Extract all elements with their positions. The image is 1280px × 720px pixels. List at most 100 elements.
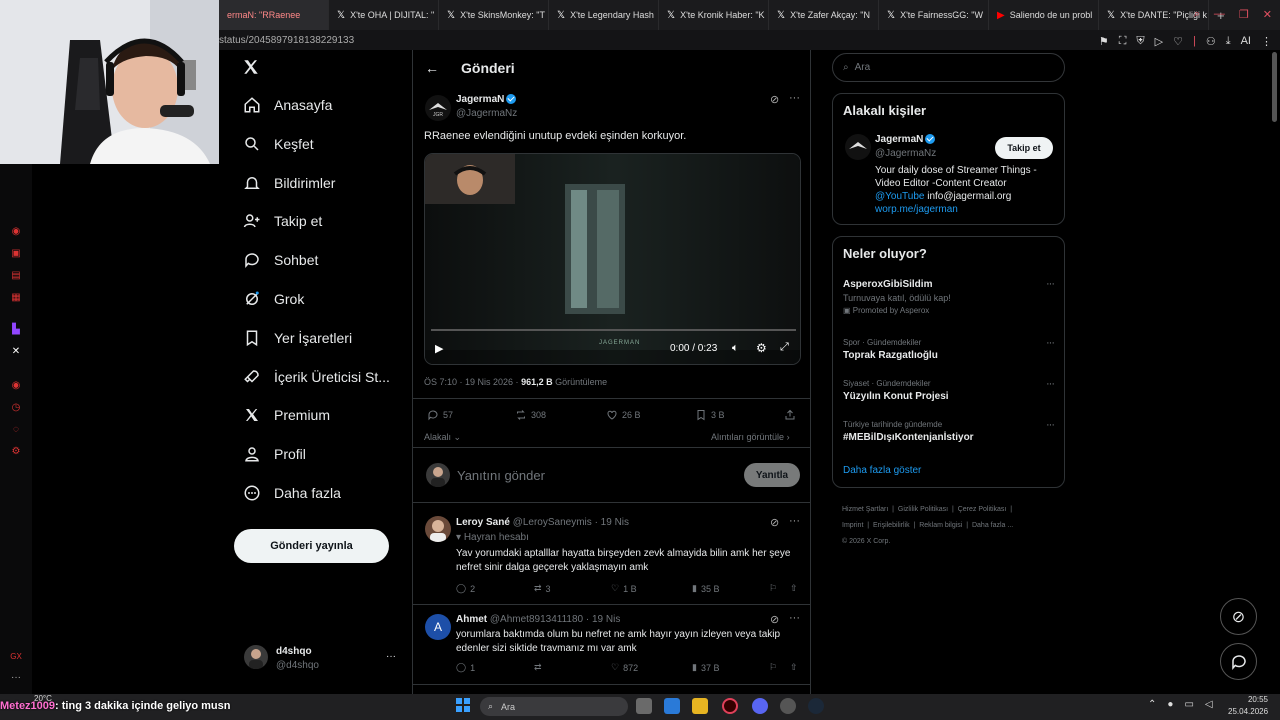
store-icon[interactable]: [664, 698, 680, 714]
minimize-icon[interactable]: —: [1214, 8, 1225, 21]
reply-views[interactable]: ▮ 37 B: [692, 662, 719, 673]
x-logo-icon[interactable]: [242, 58, 260, 81]
reply-more-icon[interactable]: ···: [789, 515, 800, 527]
bookmark-button[interactable]: 3 B: [695, 409, 725, 421]
browser-tab[interactable]: 𝕏 X'te FairnessGG: "W: [879, 0, 989, 30]
download-icon[interactable]: ⤓: [1226, 35, 1231, 48]
volume-icon[interactable]: ◁: [1205, 699, 1213, 710]
trend-more-icon[interactable]: ···: [1046, 419, 1055, 431]
reply-name[interactable]: Ahmet: [456, 614, 487, 625]
nav-item[interactable]: Yer İşaretleri: [243, 329, 352, 347]
browser-tab[interactable]: 𝕏 X'te Kronik Haber: "K: [659, 0, 769, 30]
search-tabs-icon[interactable]: ⌕: [1194, 8, 1200, 21]
sidebar-chat-icon[interactable]: ◌: [10, 424, 22, 436]
menu-icon[interactable]: ⋮: [1261, 35, 1272, 48]
sidebar-twitch-icon[interactable]: ▙: [10, 324, 22, 336]
nav-item[interactable]: Sohbet: [243, 251, 318, 269]
reply-like-button[interactable]: ♡ 872: [611, 662, 638, 673]
nav-item[interactable]: Grok: [243, 290, 304, 308]
tray-chevron-icon[interactable]: ⌃: [1148, 699, 1156, 710]
reply-button[interactable]: 57: [427, 409, 453, 421]
browser-tab[interactable]: 𝕏 X'te DANTE: "Piçliği k: [1099, 0, 1209, 30]
app-icon[interactable]: [780, 698, 796, 714]
sidebar-settings-icon[interactable]: ⚙: [10, 446, 22, 458]
video-fullscreen-icon[interactable]: ⤢: [780, 341, 789, 354]
video-player[interactable]: ▶ JAGERMAN 0:00 / 0:23 🔈︎ ⚙ ⤢: [424, 153, 801, 365]
nav-item[interactable]: Premium: [243, 406, 330, 424]
sidebar-x-icon[interactable]: ✕: [10, 346, 22, 358]
account-switcher[interactable]: d4shqo @d4shqo ···: [244, 645, 404, 673]
heart-icon[interactable]: ♡: [1173, 35, 1183, 48]
discord-icon[interactable]: [752, 698, 768, 714]
close-icon[interactable]: ✕: [1263, 8, 1272, 21]
reply-avatar[interactable]: [425, 516, 451, 542]
nav-item[interactable]: İçerik Üreticisi St...: [243, 368, 390, 386]
grok-icon[interactable]: ⊘: [770, 613, 779, 626]
reply-reply-button[interactable]: ◯ 1: [456, 662, 475, 673]
reply-repost-button[interactable]: ⇄: [534, 662, 542, 673]
browser-tab[interactable]: 𝕏 X'te Zafer Akçay: "N: [769, 0, 879, 30]
bio-youtube-link[interactable]: @YouTube: [875, 191, 924, 202]
reply-handle[interactable]: @LeroySaneymis: [513, 517, 592, 528]
follow-button[interactable]: Takip et: [995, 137, 1053, 159]
mic-icon[interactable]: ●: [1167, 699, 1173, 710]
browser-tab[interactable]: 𝕏 X'te Legendary Hash: [549, 0, 659, 30]
author-name-row[interactable]: JagermaN: [456, 94, 517, 105]
messages-float-icon[interactable]: [1220, 643, 1257, 680]
repost-button[interactable]: 308: [515, 409, 546, 421]
video-settings-icon[interactable]: ⚙: [756, 341, 767, 355]
bookmark-page-icon[interactable]: ⚑: [1099, 35, 1109, 48]
trend-more-icon[interactable]: ···: [1046, 337, 1055, 349]
reply-like-button[interactable]: ♡ 1 B: [611, 583, 637, 594]
reply-share-button[interactable]: ⇧: [790, 662, 798, 673]
sidebar-record-icon[interactable]: ◉: [10, 380, 22, 392]
author-handle[interactable]: @JagermaNz: [456, 108, 517, 119]
task-view-icon[interactable]: [636, 698, 652, 714]
address-bar[interactable]: status/2045897918138229133 ⚑ ⛶ ⛨ ▷ ♡ | ⚇…: [219, 30, 1280, 50]
author-avatar[interactable]: JGR: [425, 95, 451, 121]
sidebar-more-icon[interactable]: ···: [10, 672, 22, 684]
share-button[interactable]: [784, 409, 796, 421]
back-arrow-icon[interactable]: ←: [425, 60, 439, 76]
browser-tab[interactable]: ermaN: "RRaenee: [219, 0, 329, 30]
reply-repost-button[interactable]: ⇄ 3: [534, 583, 551, 594]
opera-gx-icon[interactable]: [722, 698, 738, 714]
like-button[interactable]: 26 B: [606, 409, 641, 421]
nav-item[interactable]: Bildirimler: [243, 174, 335, 192]
footer-link[interactable]: Çerez Politikası: [958, 506, 1007, 513]
footer-link[interactable]: Imprint: [842, 522, 863, 529]
trend-item[interactable]: Spor · Gündemdekiler Toprak Razgatlıoğlu: [843, 338, 938, 361]
play-icon[interactable]: ▷: [1155, 35, 1163, 48]
reply-handle[interactable]: @Ahmet8913411180: [490, 614, 583, 625]
reply-name[interactable]: Leroy Sané: [456, 517, 510, 528]
reply-share-button[interactable]: ⇧: [790, 583, 798, 594]
taskbar-search[interactable]: ⌕ Ara: [480, 697, 628, 716]
trend-more-icon[interactable]: ···: [1046, 278, 1055, 290]
restore-icon[interactable]: ❐: [1239, 8, 1249, 21]
footer-link[interactable]: Daha fazla ...: [972, 522, 1013, 529]
browser-tab[interactable]: 𝕏 X'te SkinsMonkey: "T: [439, 0, 549, 30]
reply-more-icon[interactable]: ···: [789, 612, 800, 624]
screenshot-icon[interactable]: ⛶: [1119, 35, 1127, 48]
video-volume-icon[interactable]: 🔈︎: [732, 342, 739, 355]
bio-website-link[interactable]: worp.me/jagerman: [875, 203, 1037, 216]
footer-link[interactable]: Erişilebilirlik: [873, 522, 910, 529]
sidebar-news-icon[interactable]: ▤: [10, 270, 22, 282]
account-more-icon[interactable]: ···: [386, 651, 396, 662]
trend-item[interactable]: Türkiye tarihinde gündemde #MEBilDışıKon…: [843, 420, 974, 443]
nav-item[interactable]: Profil: [243, 445, 306, 463]
post-more-icon[interactable]: ···: [789, 92, 800, 104]
nav-item[interactable]: Keşfet: [243, 135, 314, 153]
sidebar-store-icon[interactable]: ▣: [10, 248, 22, 260]
search-input[interactable]: ⌕ Ara: [832, 53, 1065, 82]
reply-input[interactable]: Yanıtını gönder: [457, 468, 545, 483]
footer-link[interactable]: Reklam bilgisi: [919, 522, 962, 529]
related-avatar[interactable]: [845, 134, 871, 160]
nav-item[interactable]: Daha fazla: [243, 484, 341, 502]
related-handle[interactable]: @JagermaNz: [875, 148, 936, 159]
sidebar-clock-icon[interactable]: ◷: [10, 402, 22, 414]
related-name-row[interactable]: JagermaN: [875, 134, 936, 145]
reply-views[interactable]: ▮ 35 B: [692, 583, 719, 594]
reply-submit-button[interactable]: Yanıtla: [744, 463, 800, 487]
network-icon[interactable]: ▭: [1184, 699, 1193, 710]
